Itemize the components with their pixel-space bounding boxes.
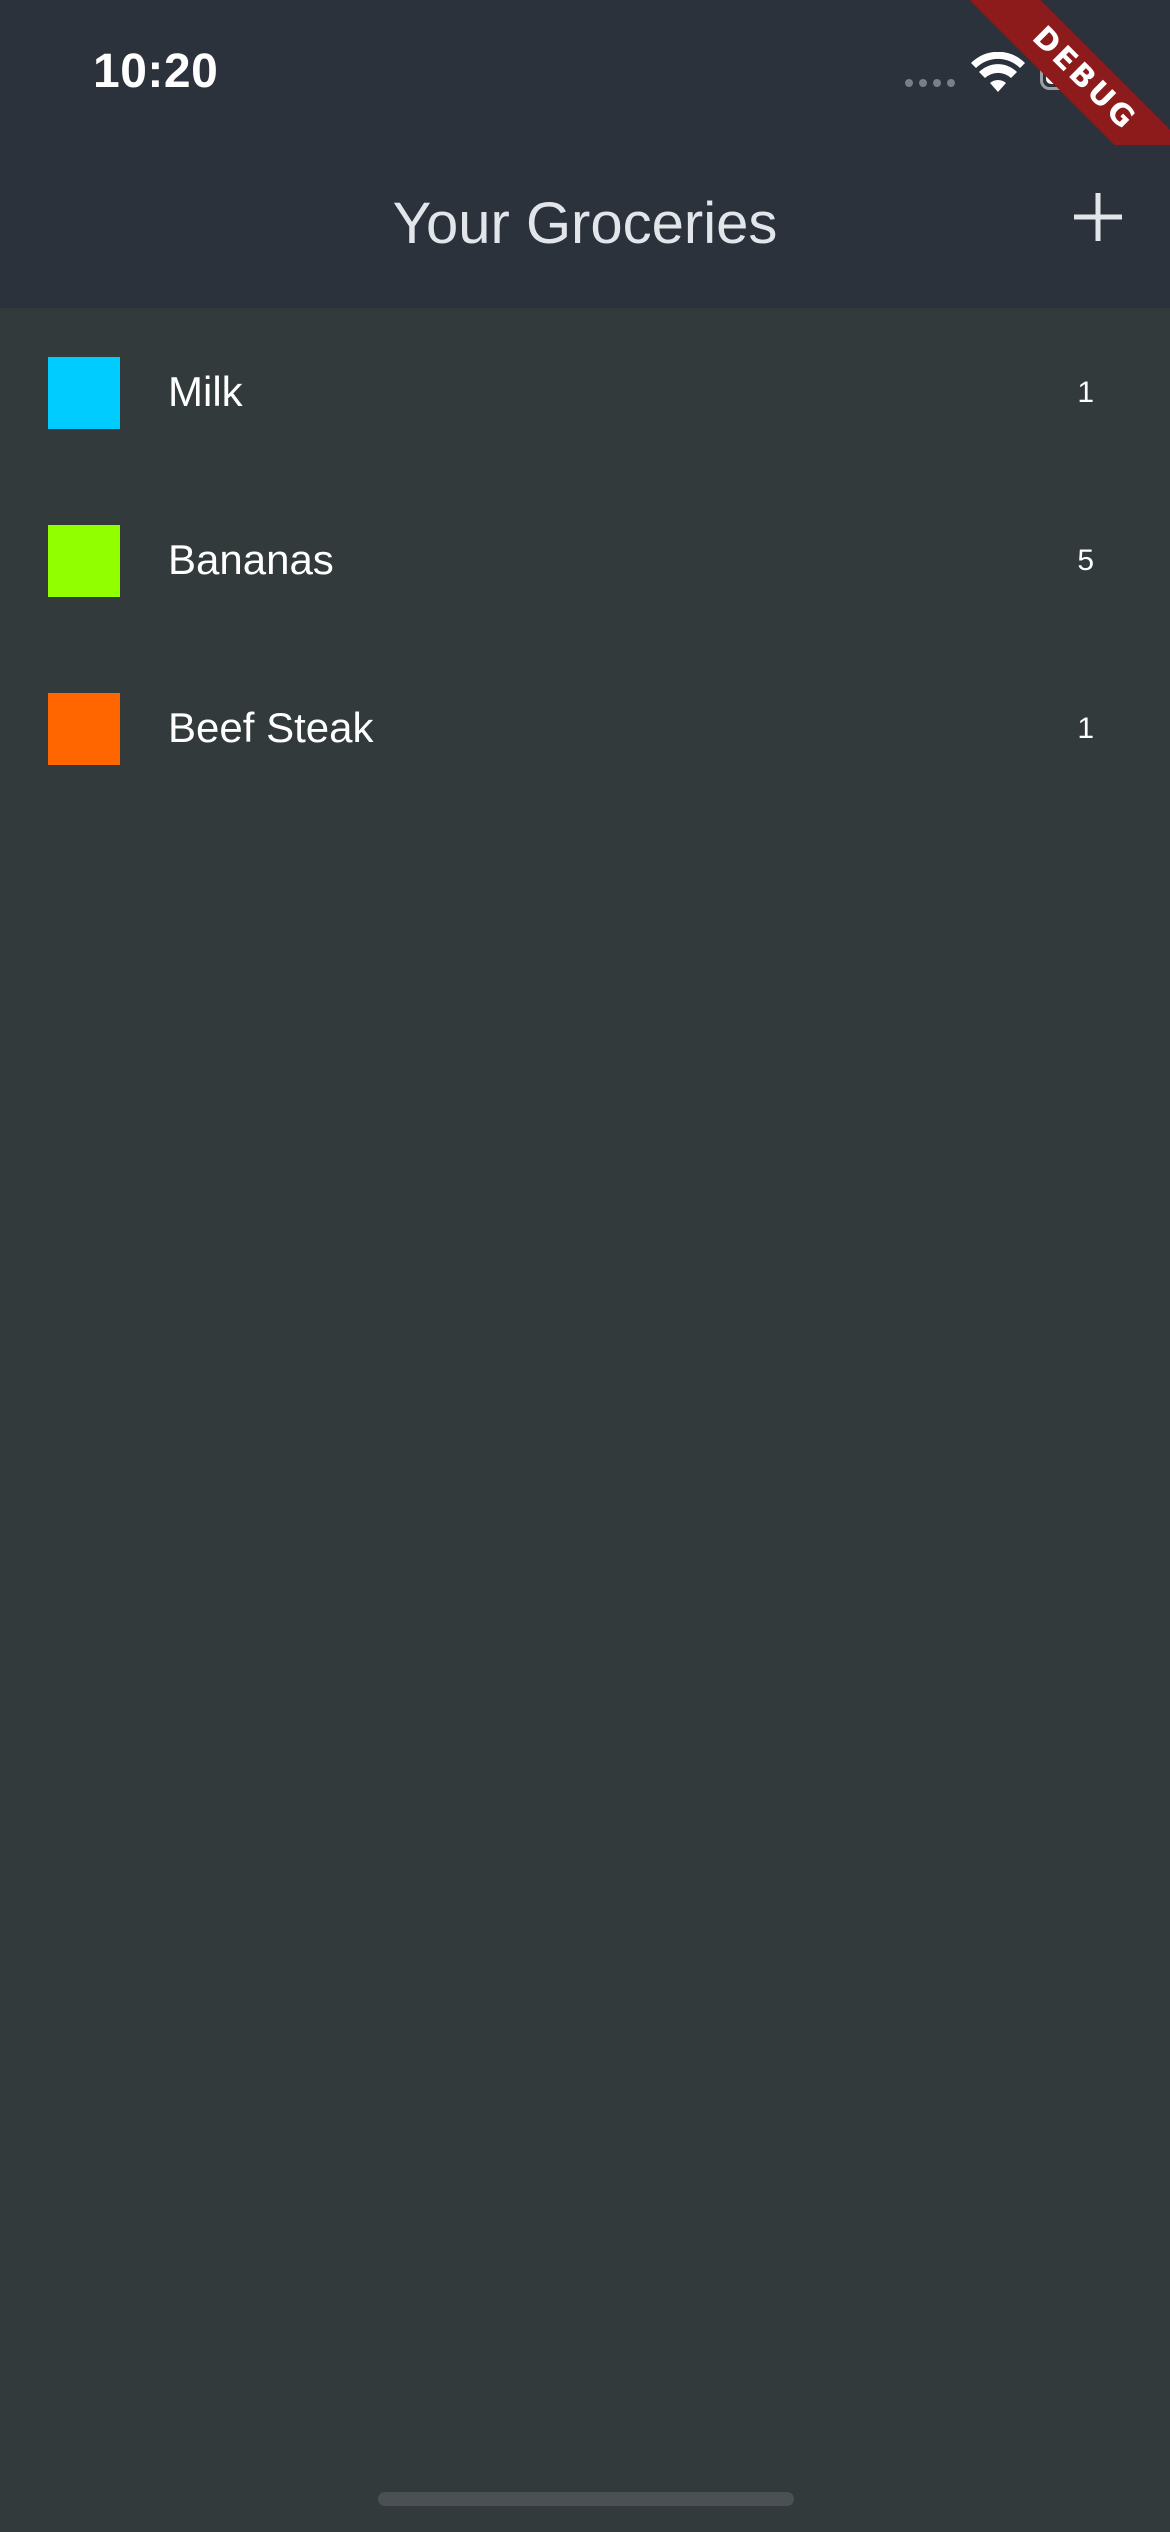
- color-swatch: [48, 525, 120, 597]
- item-quantity: 5: [1077, 544, 1094, 577]
- list-item[interactable]: Milk 1: [0, 308, 1170, 476]
- item-quantity: 1: [1077, 712, 1094, 745]
- color-swatch: [48, 357, 120, 429]
- item-quantity: 1: [1077, 376, 1094, 409]
- item-name: Milk: [168, 368, 243, 415]
- plus-icon[interactable]: [1068, 187, 1128, 247]
- item-name: Beef Steak: [168, 704, 374, 751]
- list-item[interactable]: Bananas 5: [0, 476, 1170, 644]
- color-swatch: [48, 693, 120, 765]
- list-item[interactable]: Beef Steak 1: [0, 644, 1170, 812]
- wifi-icon: [971, 52, 1025, 92]
- app-bar: Your Groceries: [0, 145, 1170, 308]
- cellular-signal-icon: [905, 79, 955, 87]
- grocery-list: Milk 1 Bananas 5 Beef Steak 1: [0, 308, 1170, 812]
- page-title: Your Groceries: [392, 191, 778, 256]
- home-indicator[interactable]: [378, 2492, 794, 2506]
- item-name: Bananas: [168, 536, 334, 583]
- status-time: 10:20: [93, 45, 219, 98]
